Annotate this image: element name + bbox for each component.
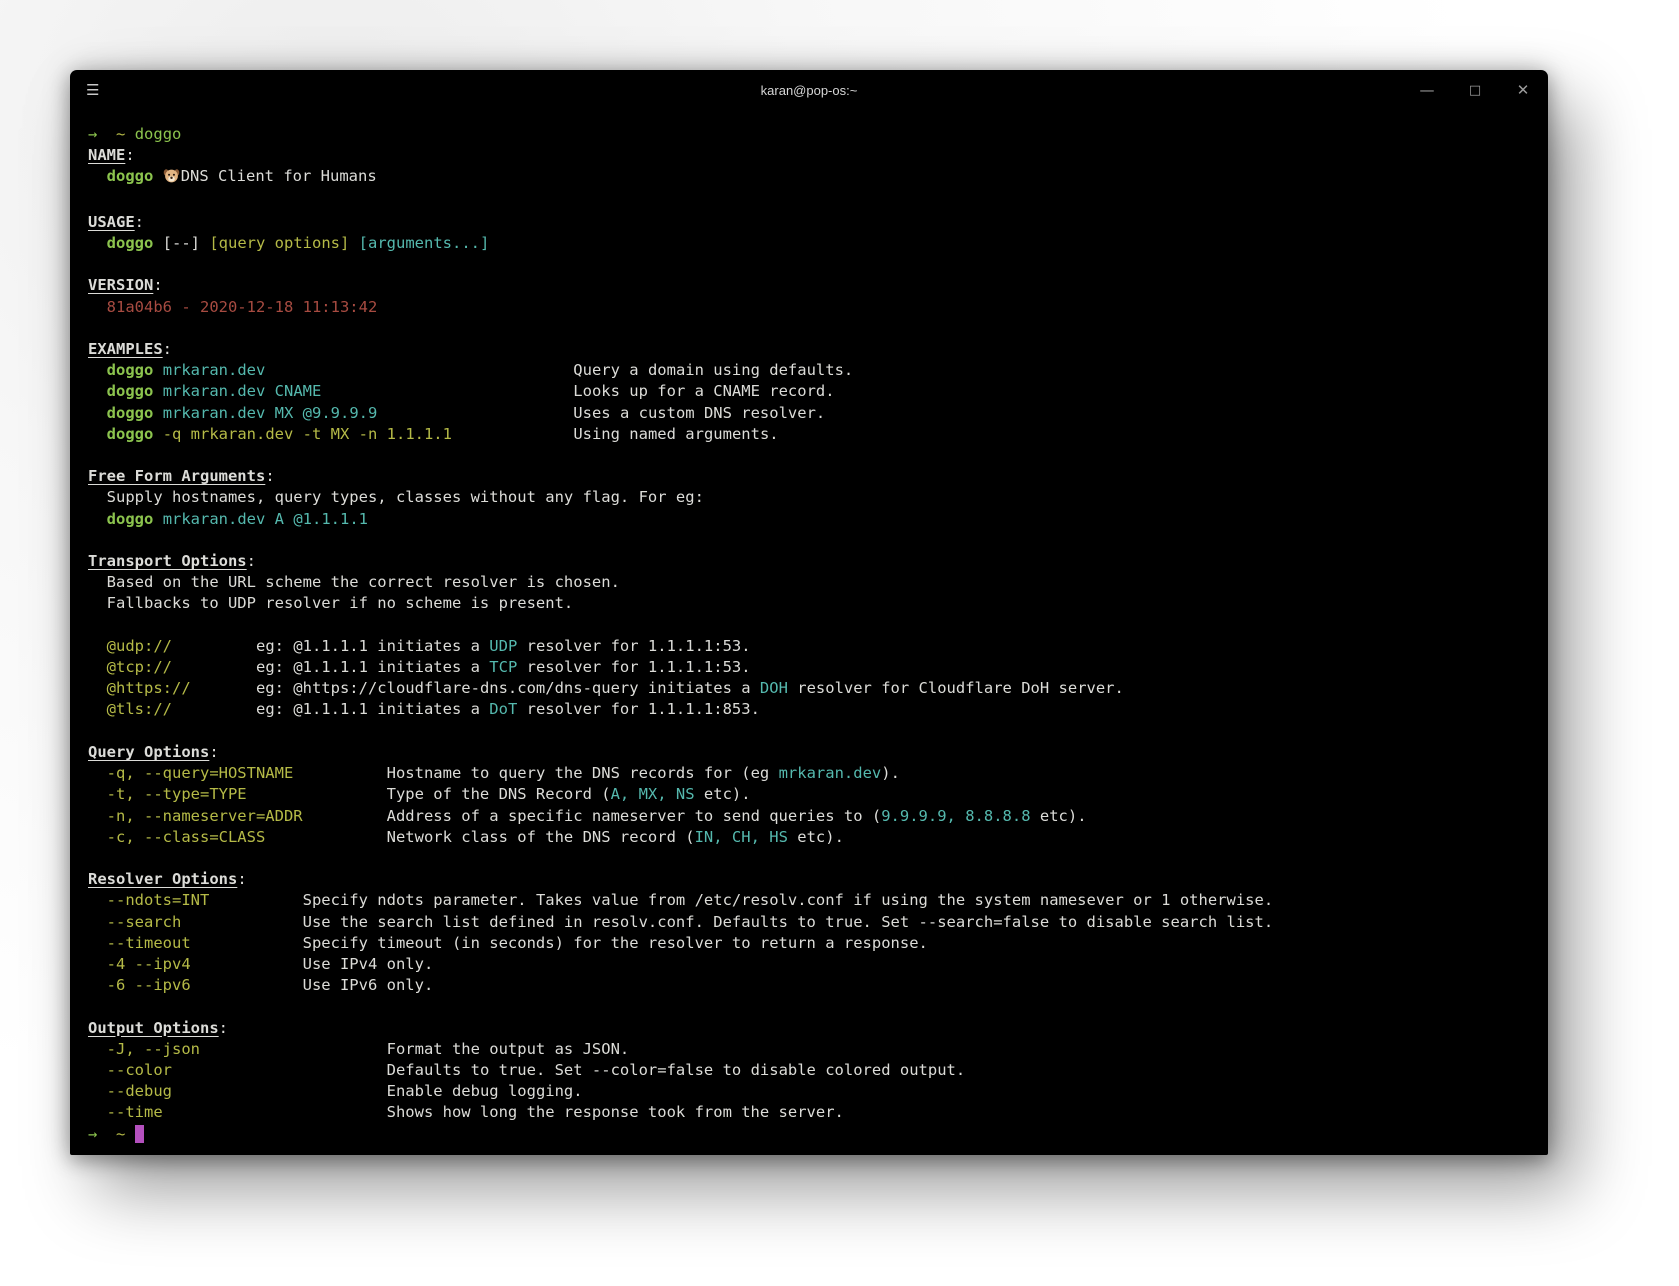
- terminal-cursor: [134, 1124, 145, 1143]
- terminal-line: @https:// eg: @https://cloudflare-dns.co…: [88, 679, 1124, 698]
- terminal-line: Resolver Options:: [88, 870, 247, 889]
- hamburger-menu-icon[interactable]: ☰: [86, 83, 99, 98]
- terminal-line: --debug Enable debug logging.: [88, 1082, 583, 1101]
- terminal-line: -J, --json Format the output as JSON.: [88, 1039, 630, 1058]
- terminal-line: @tls:// eg: @1.1.1.1 initiates a DoT res…: [88, 700, 760, 719]
- terminal-line: doggo [--] [query options] [arguments...…: [106, 234, 490, 253]
- terminal-line: --search Use the search list defined in …: [88, 912, 1274, 931]
- terminal-line: doggo mrkaran.dev CNAME Looks up for a C…: [106, 382, 835, 401]
- terminal-line: --timeout Specify timeout (in seconds) f…: [88, 933, 928, 952]
- terminal-line: @udp:// eg: @1.1.1.1 initiates a UDP res…: [88, 636, 751, 655]
- terminal-line: NAME:: [88, 146, 135, 165]
- terminal-line: doggo -q mrkaran.dev -t MX -n 1.1.1.1 Us…: [106, 424, 779, 443]
- terminal-line: Transport Options:: [88, 552, 256, 571]
- terminal-line: --color Defaults to true. Set --color=fa…: [88, 1060, 966, 1079]
- minimize-button[interactable]: —: [1416, 82, 1438, 98]
- terminal-line: Free Form Arguments:: [88, 467, 275, 486]
- terminal-line: Based on the URL scheme the correct reso…: [88, 573, 620, 592]
- terminal-window: ☰ karan@pop-os:~ — □ ✕ → ~ doggo NAME: do…: [70, 70, 1548, 1155]
- terminal-line: Query Options:: [88, 742, 219, 761]
- terminal-line: -n, --nameserver=ADDR Address of a speci…: [88, 806, 1087, 825]
- titlebar[interactable]: ☰ karan@pop-os:~ — □ ✕: [70, 70, 1548, 110]
- terminal-line: → ~ doggo: [88, 125, 182, 143]
- terminal-line: 81a04b6 - 2020-12-18 11:13:42: [88, 297, 378, 316]
- terminal-screen[interactable]: → ~ doggo NAME: doggo DNS Client for Huma…: [70, 110, 1548, 1155]
- window-controls: — □ ✕: [1416, 82, 1534, 98]
- terminal-line: VERSION:: [88, 276, 163, 295]
- terminal-line: → ~: [88, 1124, 1530, 1145]
- terminal-line: EXAMPLES:: [88, 340, 172, 359]
- terminal-line: -4 --ipv4 Use IPv4 only.: [88, 954, 434, 973]
- maximize-button[interactable]: □: [1464, 84, 1486, 97]
- terminal-line: doggo mrkaran.dev A @1.1.1.1: [106, 509, 368, 528]
- terminal-line: USAGE:: [88, 212, 145, 231]
- terminal-line: -t, --type=TYPE Type of the DNS Record (…: [88, 785, 751, 804]
- close-button[interactable]: ✕: [1512, 82, 1534, 98]
- terminal-line: doggo mrkaran.dev Query a domain using d…: [106, 361, 854, 380]
- terminal-line: --ndots=INT Specify ndots parameter. Tak…: [88, 891, 1274, 910]
- terminal-line: -c, --class=CLASS Network class of the D…: [88, 827, 844, 846]
- dog-emoji-icon: [163, 167, 180, 190]
- terminal-line: -6 --ipv6 Use IPv6 only.: [88, 976, 434, 995]
- terminal-line: Supply hostnames, query types, classes w…: [88, 488, 704, 507]
- terminal-line: Fallbacks to UDP resolver if no scheme i…: [88, 594, 574, 613]
- terminal-line: -q, --query=HOSTNAME Hostname to query t…: [88, 764, 900, 783]
- terminal-line: doggo mrkaran.dev MX @9.9.9.9 Uses a cus…: [106, 403, 826, 422]
- terminal-line: @tcp:// eg: @1.1.1.1 initiates a TCP res…: [88, 658, 751, 677]
- terminal-line: doggo DNS Client for Humans: [88, 166, 1530, 190]
- window-title: karan@pop-os:~: [760, 82, 858, 98]
- terminal-line: Output Options:: [88, 1018, 228, 1037]
- terminal-line: --time Shows how long the response took …: [88, 1103, 844, 1122]
